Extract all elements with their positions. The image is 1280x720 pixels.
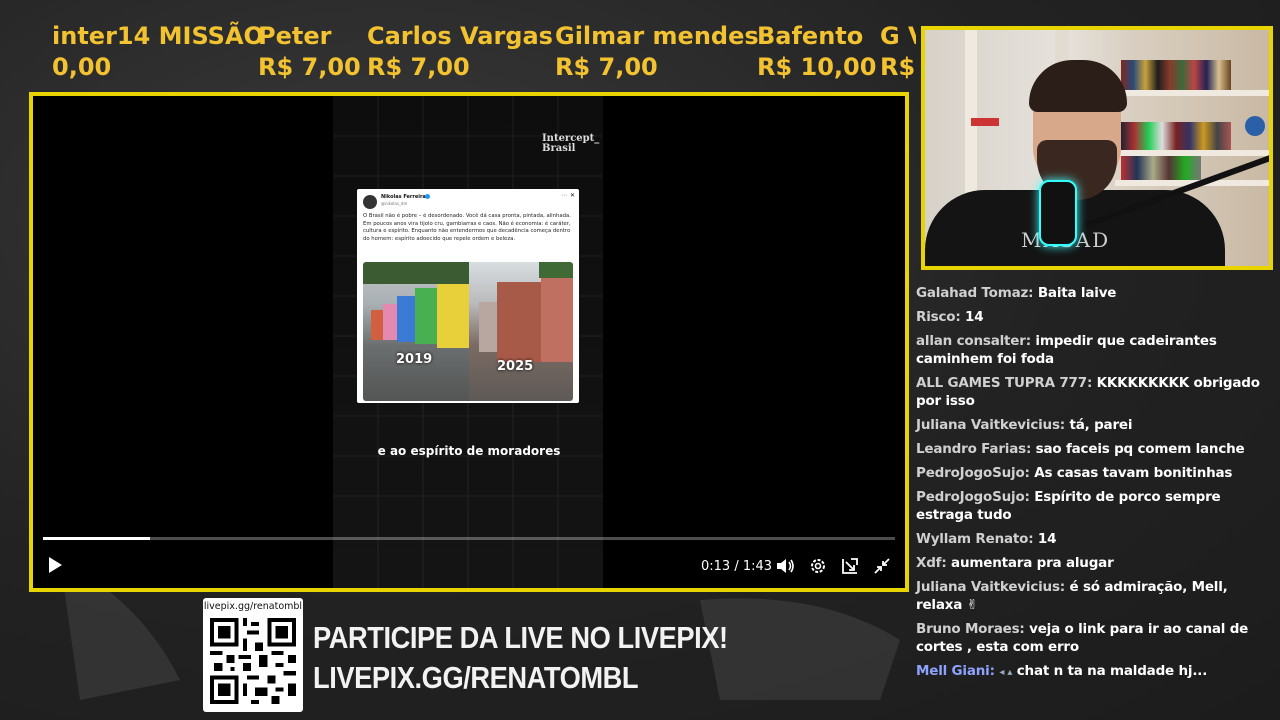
chat-username: Leandro Farias: (916, 441, 1032, 457)
chat-badge-icon: ◂ ▴ (999, 667, 1013, 678)
tweet-handle: @nikolas_dm (381, 201, 408, 206)
qr-url-label: livepix.gg/renatombl (203, 601, 303, 612)
chat-message: Bruno Moraes: veja o link para ir ao can… (916, 620, 1272, 656)
progress-fill (43, 537, 151, 540)
chat-text: 14 (965, 309, 984, 325)
donation-amount: R$ 7,00 (258, 53, 361, 81)
donation-amount: R$ 10,00 (757, 53, 877, 81)
donation-item: Gilmar mendes R$ 7,00 (555, 20, 759, 82)
chat-username: Risco: (916, 309, 961, 325)
x-logo-icon: ✕ (569, 192, 575, 199)
chat-text: sao faceis pq comem lanche (1035, 441, 1245, 457)
chat-username: Juliana Vaitkevicius: (916, 417, 1065, 433)
chat-text: 14 (1037, 531, 1057, 547)
donor-name: Peter (258, 22, 332, 50)
chat-message: Wyllam Renato: 14 (916, 530, 1272, 548)
chat-message: Juliana Vaitkevicius: é só admiração, Me… (916, 578, 1272, 614)
video-player[interactable]: Intercept_ Brasil Nikolas Ferreira @niko… (33, 96, 905, 588)
webcam-feed: MASAD (921, 26, 1273, 270)
time-display: 0:13 / 1:43 (701, 559, 773, 574)
photo-2025: 2025 (469, 262, 573, 401)
donation-amount: R$ 7,00 (555, 53, 658, 81)
chat-text: Baita laive (1037, 285, 1117, 301)
livepix-promo: PARTICIPE DA LIVE NO LIVEPIX! LIVEPIX.GG… (313, 618, 728, 698)
chat-username: Bruno Moraes: (916, 621, 1025, 637)
chat-message: Juliana Vaitkevicius: tá, parei (916, 416, 1272, 434)
chat-username: Juliana Vaitkevicius: (916, 579, 1065, 595)
donation-item: Carlos Vargas R$ 7,00 (367, 20, 553, 82)
photo-2019: 2019 (363, 262, 469, 401)
chat-text: As casas tavam bonitinhas (1034, 465, 1233, 481)
donor-name: inter14 MISSÃO (52, 22, 264, 50)
donation-item: inter14 MISSÃO 0,00 (52, 20, 264, 82)
settings-gear-icon[interactable] (809, 557, 827, 575)
video-watermark: Intercept_ Brasil (542, 133, 600, 154)
donation-ticker: inter14 MISSÃO 0,00 Peter R$ 7,00 Carlos… (48, 20, 916, 90)
photo-year-left: 2019 (396, 352, 433, 367)
donation-item: G V R$ (880, 20, 916, 82)
tweet-photo: 2019 2025 (363, 262, 573, 401)
donor-name: Bafento (757, 22, 864, 50)
miniplayer-icon[interactable] (841, 557, 859, 575)
promo-line-1: PARTICIPE DA LIVE NO LIVEPIX! (313, 620, 728, 655)
donation-item: Peter R$ 7,00 (258, 20, 361, 82)
chat-message: PedroJogoSujo: Espírito de porco sempre … (916, 488, 1272, 524)
chat-username: PedroJogoSujo: (916, 489, 1030, 505)
qr-code (210, 618, 296, 704)
verified-badge-icon (425, 194, 430, 199)
chat-text: tá, parei (1069, 417, 1133, 433)
chat-message: PedroJogoSujo: As casas tavam bonitinhas (916, 464, 1272, 482)
microphone-icon (1039, 180, 1077, 246)
chat-username: Wyllam Renato: (916, 531, 1034, 547)
exit-fullscreen-icon[interactable] (873, 557, 891, 575)
avatar (363, 195, 377, 209)
donation-item: Bafento R$ 10,00 (757, 20, 876, 82)
chat-username: Xdf: (916, 555, 947, 571)
chat-message: Risco: 14 (916, 308, 1272, 326)
photo-year-right: 2025 (497, 359, 534, 374)
tweet-author: Nikolas Ferreira (381, 194, 426, 200)
chat-panel: Galahad Tomaz: Baita laive Risco: 14 all… (916, 284, 1272, 688)
donation-amount: R$ (880, 53, 916, 81)
tweet-text: O Brasil não é pobre – é desordenado. Vo… (363, 213, 571, 242)
chat-text: aumentara pra alugar (951, 555, 1114, 571)
video-caption: e ao espírito de moradores (377, 444, 561, 458)
chat-username: PedroJogoSujo: (916, 465, 1030, 481)
progress-bar[interactable] (43, 537, 895, 540)
chat-username: Galahad Tomaz: (916, 285, 1034, 301)
chat-message: Mell Giani: ◂ ▴ chat n ta na maldade hj.… (916, 662, 1272, 682)
donor-name: G V (880, 22, 916, 50)
volume-icon[interactable] (775, 557, 795, 575)
promo-line-2: LIVEPIX.GG/RENATOMBL (313, 660, 639, 695)
chat-text: chat n ta na maldade hj... (1016, 663, 1208, 679)
donation-amount: R$ 7,00 (367, 53, 470, 81)
chat-message: Xdf: aumentara pra alugar (916, 554, 1272, 572)
chat-username: Mell Giani: (916, 663, 995, 679)
livepix-qr-card: livepix.gg/renatombl (203, 598, 303, 712)
chat-username: allan consalter: (916, 333, 1031, 349)
chat-message: Leandro Farias: sao faceis pq comem lanc… (916, 440, 1272, 458)
more-options-icon: ⋯ (561, 192, 567, 199)
video-player-frame: Intercept_ Brasil Nikolas Ferreira @niko… (29, 92, 909, 592)
donation-amount: 0,00 (52, 53, 112, 81)
chat-message: ALL GAMES TUPRA 777: KKKKKKKKK obrigado … (916, 374, 1272, 410)
tweet-card: Nikolas Ferreira @nikolas_dm ⋯ ✕ O Brasi… (357, 189, 579, 403)
donor-name: Gilmar mendes (555, 22, 759, 50)
chat-message: allan consalter: impedir que cadeirantes… (916, 332, 1272, 368)
chat-username: ALL GAMES TUPRA 777: (916, 375, 1093, 391)
play-icon[interactable] (49, 557, 62, 573)
chat-message: Galahad Tomaz: Baita laive (916, 284, 1272, 302)
donor-name: Carlos Vargas (367, 22, 553, 50)
